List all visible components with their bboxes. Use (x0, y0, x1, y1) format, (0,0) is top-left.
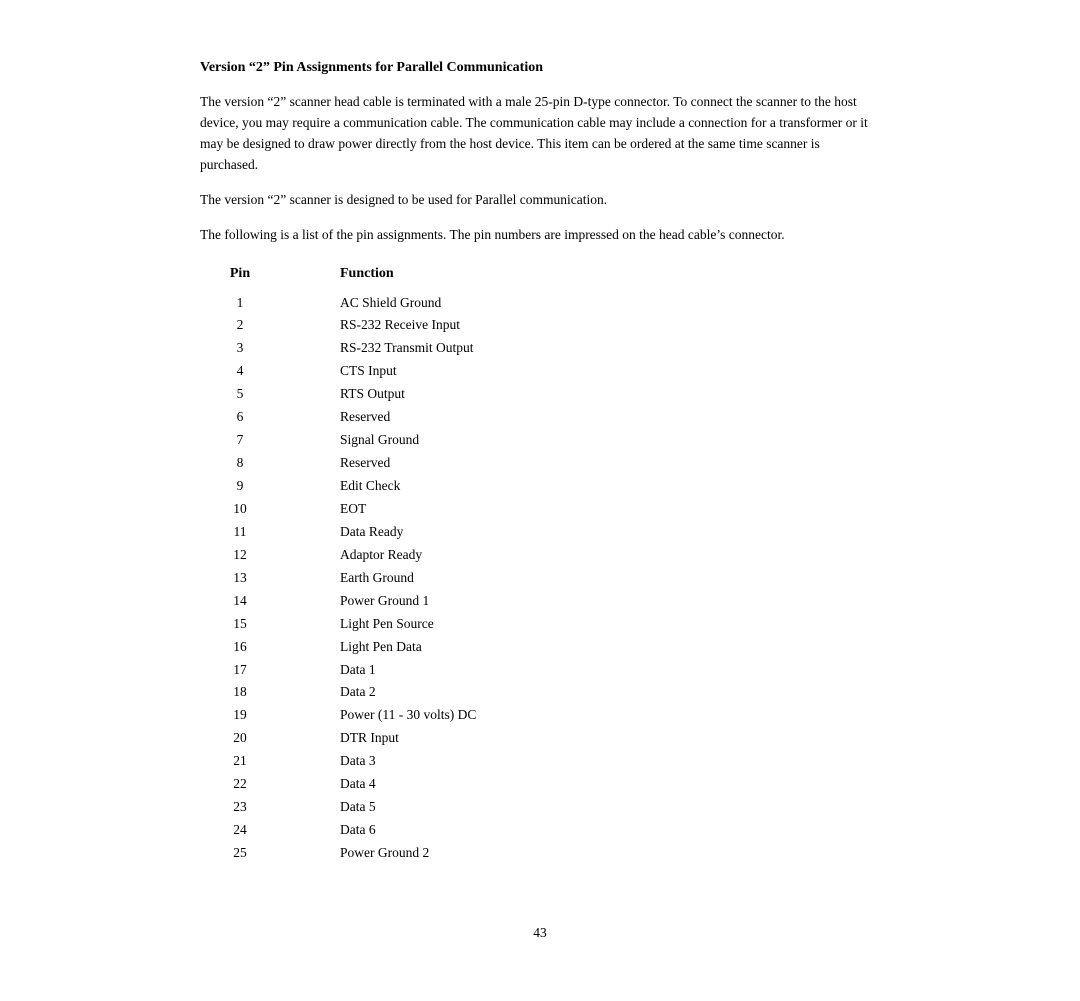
pin-function: Edit Check (280, 475, 400, 498)
pin-table: Pin Function 1AC Shield Ground2RS-232 Re… (200, 266, 880, 865)
pin-function: CTS Input (280, 360, 397, 383)
pin-number: 22 (200, 773, 280, 796)
pin-number: 24 (200, 819, 280, 842)
pin-function: Data 1 (280, 659, 376, 682)
table-row: 20DTR Input (200, 727, 880, 750)
pin-number: 1 (200, 292, 280, 315)
pin-function: RS-232 Receive Input (280, 314, 460, 337)
pin-function: Reserved (280, 406, 390, 429)
pin-number: 20 (200, 727, 280, 750)
pin-number: 14 (200, 590, 280, 613)
table-row: 2RS-232 Receive Input (200, 314, 880, 337)
table-row: 12Adaptor Ready (200, 544, 880, 567)
table-row: 4CTS Input (200, 360, 880, 383)
table-row: 14Power Ground 1 (200, 590, 880, 613)
col-function-header: Function (280, 266, 580, 282)
pin-function: RS-232 Transmit Output (280, 337, 474, 360)
pin-function: AC Shield Ground (280, 292, 441, 315)
table-row: 7Signal Ground (200, 429, 880, 452)
pin-number: 15 (200, 613, 280, 636)
page-number: 43 (200, 925, 880, 941)
pin-function: Light Pen Source (280, 613, 434, 636)
table-row: 24Data 6 (200, 819, 880, 842)
pin-function: EOT (280, 498, 366, 521)
table-header: Pin Function (200, 266, 880, 282)
pin-number: 23 (200, 796, 280, 819)
pin-number: 16 (200, 636, 280, 659)
pin-number: 2 (200, 314, 280, 337)
pin-number: 12 (200, 544, 280, 567)
paragraph-2: The version “2” scanner is designed to b… (200, 190, 880, 211)
pin-function: Data 6 (280, 819, 376, 842)
col-pin-header: Pin (200, 266, 280, 282)
pin-number: 9 (200, 475, 280, 498)
pin-number: 5 (200, 383, 280, 406)
table-row: 6Reserved (200, 406, 880, 429)
pin-function: Power Ground 1 (280, 590, 429, 613)
table-row: 16Light Pen Data (200, 636, 880, 659)
pin-number: 17 (200, 659, 280, 682)
table-row: 5RTS Output (200, 383, 880, 406)
pin-number: 19 (200, 704, 280, 727)
table-body: 1AC Shield Ground2RS-232 Receive Input3R… (200, 292, 880, 865)
pin-number: 3 (200, 337, 280, 360)
table-row: 23Data 5 (200, 796, 880, 819)
pin-number: 11 (200, 521, 280, 544)
section-title: Version “2” Pin Assignments for Parallel… (200, 60, 880, 76)
table-row: 18Data 2 (200, 681, 880, 704)
table-row: 11Data Ready (200, 521, 880, 544)
table-row: 9Edit Check (200, 475, 880, 498)
table-row: 15Light Pen Source (200, 613, 880, 636)
table-row: 25Power Ground 2 (200, 842, 880, 865)
pin-function: DTR Input (280, 727, 399, 750)
table-row: 17Data 1 (200, 659, 880, 682)
pin-function: Earth Ground (280, 567, 414, 590)
pin-function: Adaptor Ready (280, 544, 422, 567)
paragraph-1: The version “2” scanner head cable is te… (200, 92, 880, 176)
paragraph-3: The following is a list of the pin assig… (200, 225, 880, 246)
pin-function: Light Pen Data (280, 636, 422, 659)
pin-function: Reserved (280, 452, 390, 475)
table-row: 10EOT (200, 498, 880, 521)
pin-function: Data 4 (280, 773, 376, 796)
pin-number: 8 (200, 452, 280, 475)
pin-number: 25 (200, 842, 280, 865)
table-row: 8Reserved (200, 452, 880, 475)
pin-number: 13 (200, 567, 280, 590)
pin-function: Data 5 (280, 796, 376, 819)
pin-number: 18 (200, 681, 280, 704)
table-row: 1AC Shield Ground (200, 292, 880, 315)
pin-number: 4 (200, 360, 280, 383)
pin-function: RTS Output (280, 383, 405, 406)
pin-function: Data 2 (280, 681, 376, 704)
pin-function: Power Ground 2 (280, 842, 429, 865)
table-row: 3RS-232 Transmit Output (200, 337, 880, 360)
pin-function: Power (11 - 30 volts) DC (280, 704, 476, 727)
table-row: 13Earth Ground (200, 567, 880, 590)
pin-number: 10 (200, 498, 280, 521)
pin-function: Data 3 (280, 750, 376, 773)
table-row: 22Data 4 (200, 773, 880, 796)
pin-number: 21 (200, 750, 280, 773)
page-container: Version “2” Pin Assignments for Parallel… (200, 0, 880, 1001)
table-row: 21Data 3 (200, 750, 880, 773)
table-row: 19Power (11 - 30 volts) DC (200, 704, 880, 727)
pin-function: Signal Ground (280, 429, 419, 452)
pin-function: Data Ready (280, 521, 403, 544)
pin-number: 7 (200, 429, 280, 452)
pin-number: 6 (200, 406, 280, 429)
